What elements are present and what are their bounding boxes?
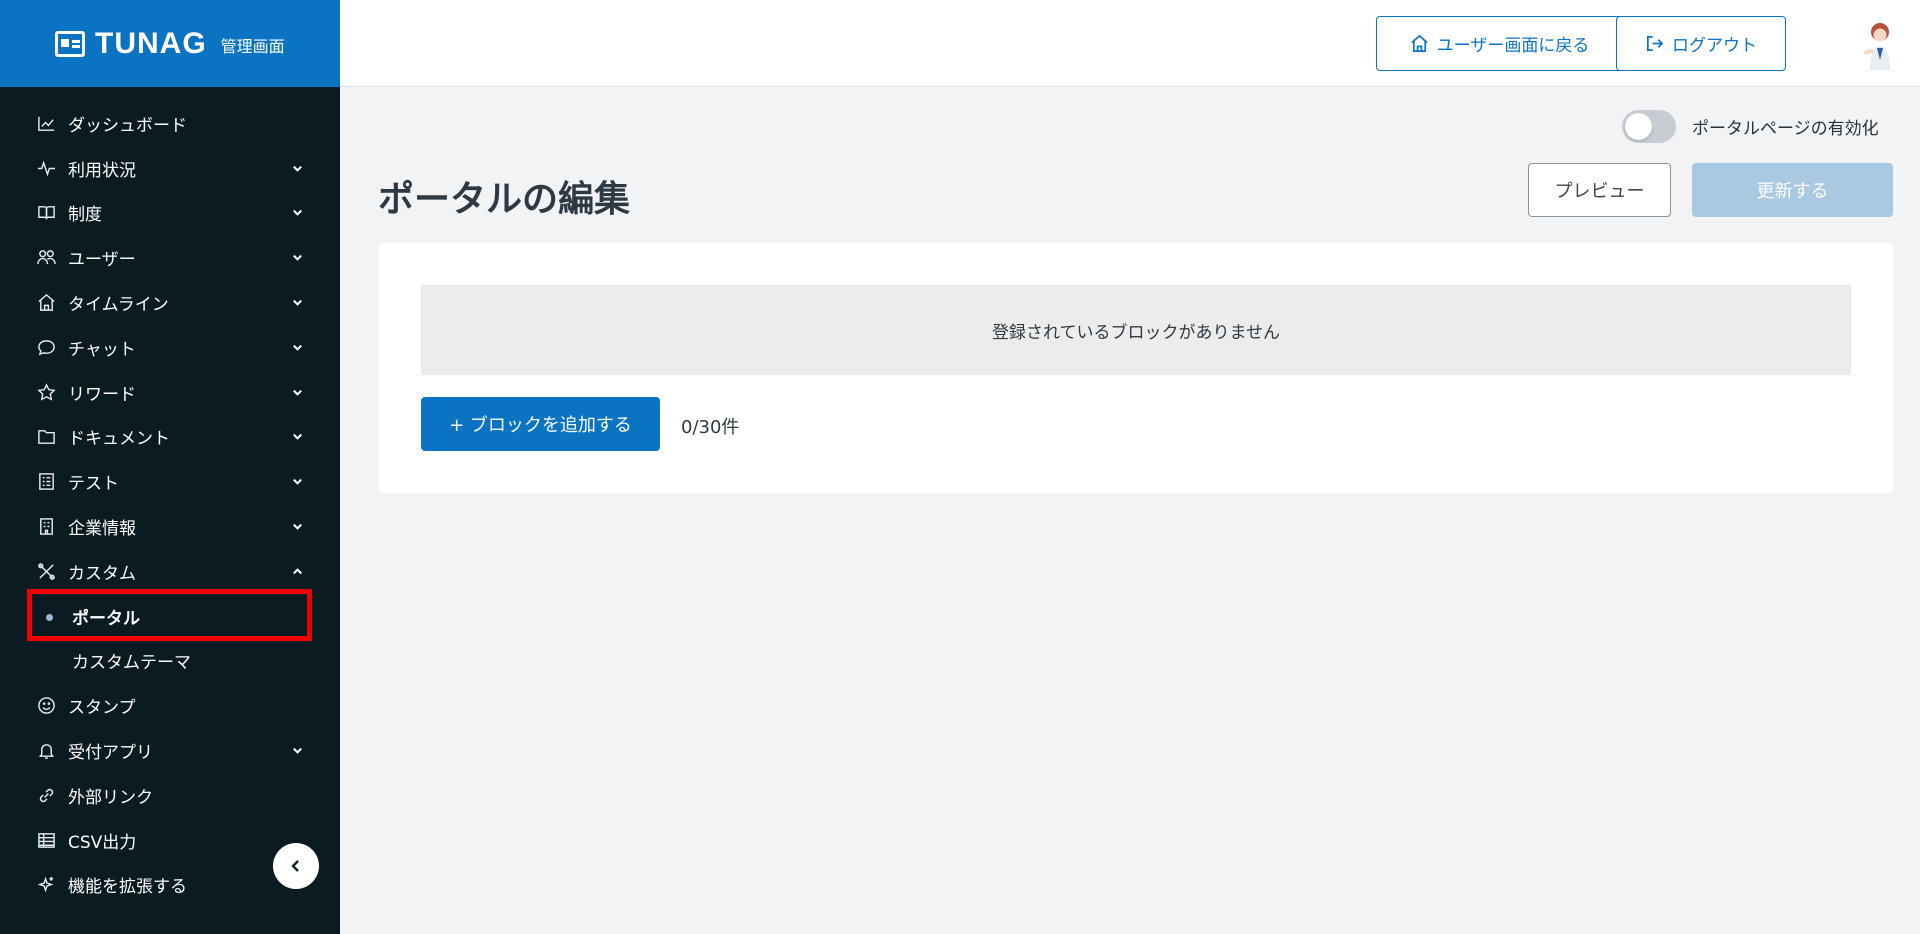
sidebar-item-system[interactable]: 制度 [0, 191, 340, 236]
active-dot-icon [46, 613, 53, 621]
preview-button[interactable]: プレビュー [1528, 163, 1671, 217]
sidebar-item-label: カスタム [68, 563, 136, 584]
sidebar-item-label: スタンプ [68, 698, 136, 719]
sparkle-icon [36, 875, 56, 895]
sidebar-item-usage[interactable]: 利用状況 [0, 146, 340, 191]
back-to-user-screen-button[interactable]: ユーザー画面に戻る [1376, 16, 1623, 71]
sidebar-item-label: ドキュメント [68, 429, 170, 450]
link-icon [36, 785, 56, 805]
sidebar-item-label: 利用状況 [68, 160, 136, 181]
tunag-logo-icon [55, 30, 85, 57]
sidebar-collapse-button[interactable] [273, 843, 319, 889]
sidebar-item-label: 企業情報 [68, 519, 136, 540]
sidebar-item-label: 機能を拡張する [68, 877, 187, 898]
chevron-left-icon [291, 860, 299, 872]
chevron-up-icon [290, 564, 304, 578]
home-icon [36, 293, 56, 313]
sidebar-item-reward[interactable]: リワード [0, 370, 340, 415]
logout-label: ログアウト [1672, 36, 1757, 56]
chevron-down-icon [290, 385, 304, 399]
sidebar-item-company[interactable]: 企業情報 [0, 504, 340, 549]
chevron-down-icon [290, 251, 304, 265]
smile-icon [36, 696, 56, 716]
book-icon [36, 203, 56, 223]
sidebar-item-stamp[interactable]: スタンプ [0, 683, 340, 728]
sidebar-nav: ダッシュボード 利用状況 制度 ユーザー タイムライン チャット リワード ドキ… [0, 87, 340, 907]
chevron-down-icon [290, 340, 304, 354]
sidebar-item-chat[interactable]: チャット [0, 325, 340, 370]
sidebar-item-label: 受付アプリ [68, 743, 153, 764]
chart-line-icon [36, 113, 56, 133]
sidebar-item-users[interactable]: ユーザー [0, 235, 340, 280]
sidebar-subitem-label: カスタムテーマ [72, 653, 191, 674]
chat-icon [36, 337, 56, 357]
star-icon [36, 382, 56, 402]
portal-enable-toggle-row: ポータルページの有効化 [1622, 110, 1879, 143]
checklist-icon [36, 472, 56, 492]
page-title: ポータルの編集 [378, 179, 631, 220]
sidebar-item-test[interactable]: テスト [0, 459, 340, 504]
sidebar-item-label: CSV出力 [68, 832, 137, 853]
folder-icon [36, 427, 56, 447]
sidebar-item-custom[interactable]: カスタム [0, 549, 340, 594]
empty-blocks-message: 登録されているブロックがありません [421, 285, 1851, 375]
home-icon [1410, 34, 1428, 52]
chevron-down-icon [290, 161, 304, 175]
sidebar-item-external-link[interactable]: 外部リンク [0, 773, 340, 818]
sidebar-item-document[interactable]: ドキュメント [0, 415, 340, 460]
brand-header[interactable]: TUNAG 管理画面 [0, 0, 340, 87]
portal-enable-toggle-label: ポータルページの有効化 [1692, 119, 1879, 139]
logout-button[interactable]: ログアウト [1616, 16, 1786, 71]
sidebar: TUNAG 管理画面 ダッシュボード 利用状況 制度 ユーザー タイムライン チ… [0, 0, 340, 934]
sidebar-item-label: 制度 [68, 205, 102, 226]
chevron-down-icon [290, 475, 304, 489]
chevron-down-icon [290, 206, 304, 220]
sidebar-item-label: 外部リンク [68, 787, 153, 808]
chevron-down-icon [290, 430, 304, 444]
sidebar-item-label: ユーザー [68, 250, 136, 271]
sidebar-subitem-custom-theme[interactable]: カスタムテーマ [0, 639, 340, 684]
chevron-down-icon [290, 296, 304, 310]
chevron-down-icon [290, 520, 304, 534]
portal-enable-toggle[interactable] [1622, 110, 1676, 143]
users-icon [36, 248, 56, 268]
block-count: 0/30件 [681, 417, 740, 438]
building-icon [36, 517, 56, 537]
update-button[interactable]: 更新する [1692, 163, 1893, 217]
sidebar-item-timeline[interactable]: タイムライン [0, 280, 340, 325]
activity-icon [36, 158, 56, 178]
sidebar-subitem-label: ポータル [72, 608, 140, 629]
back-to-user-screen-label: ユーザー画面に戻る [1436, 36, 1590, 56]
logout-icon [1646, 35, 1664, 52]
sidebar-subitem-portal[interactable]: ポータル [0, 594, 340, 639]
brand-subtitle: 管理画面 [220, 37, 285, 56]
chevron-down-icon [290, 744, 304, 758]
portal-blocks-card: 登録されているブロックがありません + ブロックを追加する 0/30件 [379, 243, 1893, 493]
sidebar-item-label: チャット [68, 339, 136, 360]
sidebar-item-dashboard[interactable]: ダッシュボード [0, 101, 340, 146]
sidebar-item-label: タイムライン [68, 295, 169, 316]
bell-icon [36, 741, 56, 761]
sidebar-item-label: テスト [68, 474, 119, 495]
sidebar-item-label: リワード [68, 384, 136, 405]
tools-icon [36, 561, 56, 581]
avatar[interactable] [1850, 18, 1900, 70]
table-icon [36, 830, 56, 850]
top-header: ユーザー画面に戻る ログアウト [340, 0, 1920, 87]
sidebar-item-label: ダッシュボード [68, 115, 187, 136]
add-block-button[interactable]: + ブロックを追加する [421, 397, 660, 451]
sidebar-item-reception-app[interactable]: 受付アプリ [0, 728, 340, 773]
brand-name: TUNAG [95, 26, 207, 60]
